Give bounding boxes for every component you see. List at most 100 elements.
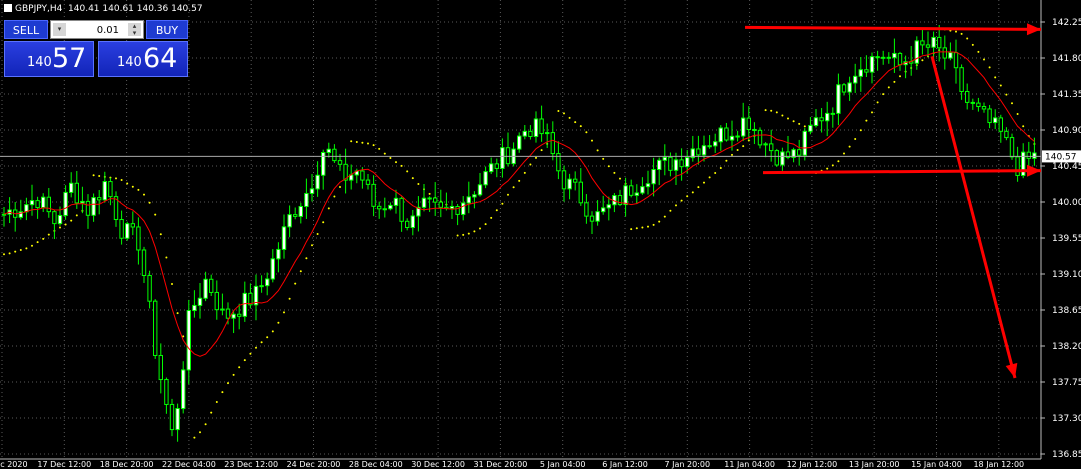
candle-body bbox=[993, 117, 998, 124]
candle-body bbox=[63, 191, 68, 216]
lot-size-field[interactable]: ▾ 0.01 ▴ ▾ bbox=[50, 20, 144, 39]
candle-body bbox=[1004, 130, 1009, 139]
candle-body bbox=[741, 117, 746, 137]
annotation-arrow-shaft bbox=[762, 169, 1042, 175]
sar-dot bbox=[411, 177, 414, 180]
sar-dot bbox=[507, 193, 509, 196]
sar-dot bbox=[501, 202, 504, 205]
candle-body bbox=[937, 36, 942, 49]
sar-dot bbox=[602, 157, 605, 160]
sar-dot bbox=[563, 112, 565, 115]
candle-body bbox=[724, 127, 729, 141]
sar-dot bbox=[266, 336, 269, 339]
candle-body bbox=[601, 207, 606, 213]
candle-body bbox=[405, 220, 410, 228]
buy-button[interactable]: BUY bbox=[146, 20, 188, 39]
ask-price-box[interactable]: 140 64 bbox=[98, 41, 188, 77]
candle-body bbox=[466, 196, 472, 204]
sar-dot bbox=[350, 140, 353, 143]
sar-dot bbox=[983, 58, 985, 61]
candle-body bbox=[326, 148, 332, 154]
sar-dot bbox=[165, 256, 168, 259]
x-tick-label: 11 Jan 04:00 bbox=[724, 460, 775, 469]
candle-body bbox=[153, 300, 158, 356]
sar-dot bbox=[25, 247, 28, 250]
y-tick-label: 141.80 bbox=[1052, 54, 1081, 64]
sar-dot bbox=[781, 114, 784, 117]
candle-body bbox=[522, 130, 527, 137]
candle-body bbox=[847, 82, 852, 93]
candle-body bbox=[130, 223, 136, 228]
candle-body bbox=[494, 163, 500, 169]
candle-body bbox=[242, 292, 248, 317]
y-tick-label: 141.35 bbox=[1052, 90, 1081, 100]
candle-body bbox=[657, 159, 662, 171]
sar-dot bbox=[652, 223, 655, 226]
sar-dot bbox=[865, 119, 868, 122]
y-tick-label: 140.00 bbox=[1052, 198, 1081, 208]
candle-body bbox=[399, 197, 404, 222]
lot-dropdown-icon[interactable]: ▾ bbox=[53, 23, 66, 36]
x-tick-label: 23 Dec 12:00 bbox=[224, 460, 278, 469]
sar-dot bbox=[199, 431, 201, 434]
y-tick-label: 139.10 bbox=[1052, 270, 1081, 280]
candle-body bbox=[91, 197, 96, 216]
chart-window-icon bbox=[4, 4, 12, 12]
candle-body bbox=[701, 145, 707, 156]
sar-dot bbox=[893, 80, 896, 83]
candle-body bbox=[461, 202, 466, 215]
candle-body bbox=[550, 132, 555, 155]
candle-body bbox=[80, 200, 85, 204]
candle-body bbox=[897, 52, 903, 66]
x-tick-label: 31 Dec 20:00 bbox=[473, 460, 527, 469]
candle-body bbox=[169, 403, 175, 431]
candle-body bbox=[808, 124, 813, 132]
candle-body bbox=[780, 151, 785, 166]
sell-button[interactable]: SELL bbox=[4, 20, 48, 39]
candle-body bbox=[46, 196, 51, 213]
sar-dot bbox=[193, 436, 196, 439]
ask-price-pips: 64 bbox=[143, 43, 178, 74]
candle-body bbox=[533, 118, 539, 138]
sar-dot bbox=[406, 170, 409, 173]
candle-body bbox=[729, 135, 735, 141]
sar-dot bbox=[1011, 102, 1013, 105]
candle-body bbox=[959, 67, 964, 92]
sar-dot bbox=[64, 223, 67, 226]
sar-dot bbox=[115, 177, 117, 180]
sar-dot bbox=[495, 209, 498, 212]
sar-dot bbox=[339, 186, 341, 189]
candle-body bbox=[920, 40, 925, 46]
candle-body bbox=[668, 156, 673, 171]
sar-dot bbox=[971, 43, 974, 46]
y-tick-label: 138.20 bbox=[1052, 342, 1081, 352]
sar-dot bbox=[204, 423, 207, 426]
candle-body bbox=[35, 200, 40, 209]
candle-body bbox=[976, 102, 981, 108]
sar-dot bbox=[966, 37, 969, 40]
x-tick-label: 13 Jan 20:00 bbox=[849, 460, 900, 469]
candle-body bbox=[304, 192, 309, 207]
sar-dot bbox=[641, 226, 644, 229]
candle-body bbox=[662, 156, 667, 161]
sar-dot bbox=[775, 111, 778, 114]
candle-body bbox=[914, 40, 919, 64]
sar-dot bbox=[871, 111, 873, 114]
sar-dot bbox=[294, 282, 297, 285]
candle-body bbox=[186, 310, 192, 371]
bid-price-box[interactable]: 140 57 bbox=[4, 41, 94, 77]
candle-body bbox=[393, 197, 399, 206]
candle-body bbox=[410, 215, 416, 228]
sar-dot bbox=[131, 185, 134, 188]
candle-body bbox=[382, 208, 388, 211]
sar-dot bbox=[647, 225, 649, 228]
candle-body bbox=[830, 112, 835, 115]
sar-dot bbox=[355, 141, 358, 144]
candle-body bbox=[651, 169, 656, 185]
x-tick-label: 22 Dec 04:00 bbox=[162, 460, 216, 469]
sar-dot bbox=[456, 234, 459, 237]
ohlc-values: 140.41 140.61 140.36 140.57 bbox=[68, 4, 203, 14]
lot-stepper-icon[interactable]: ▴ ▾ bbox=[128, 23, 141, 37]
symbol-timeframe: GBPJPY,H4 bbox=[15, 4, 63, 14]
sar-dot bbox=[523, 171, 526, 174]
